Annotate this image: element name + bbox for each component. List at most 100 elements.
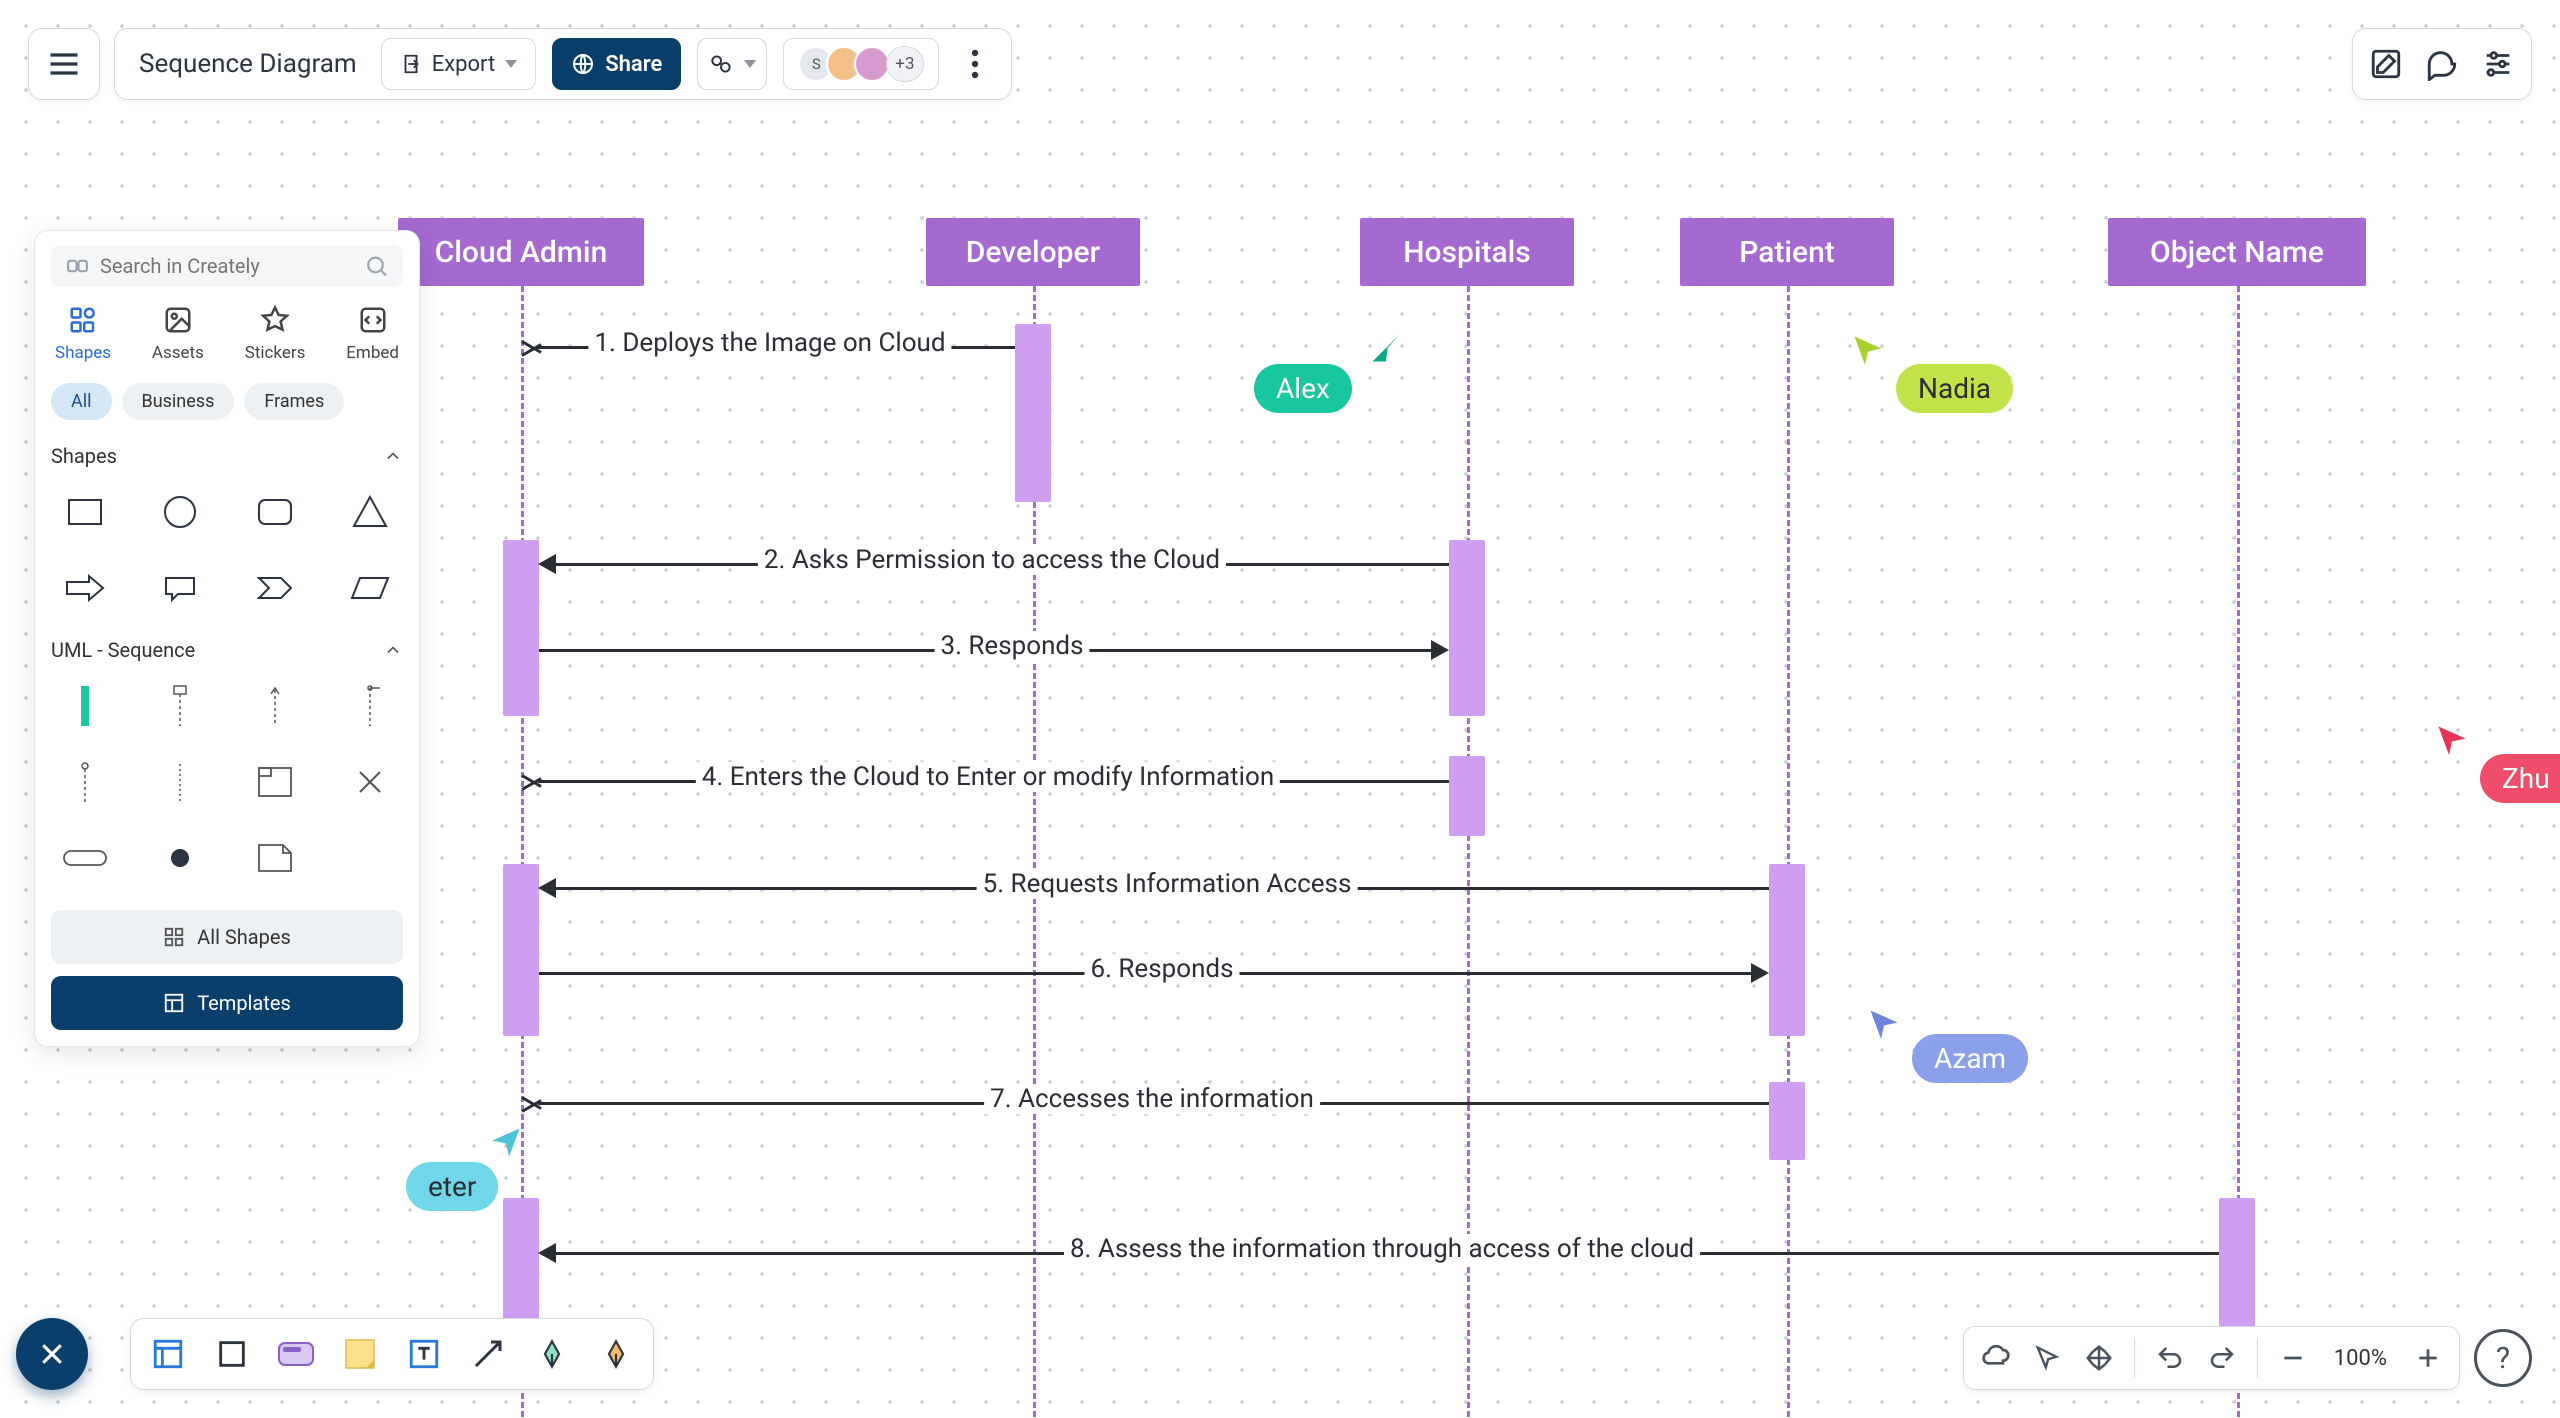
integration-button[interactable] — [697, 38, 767, 90]
help-button[interactable]: ? — [2474, 1329, 2532, 1387]
cloud-sync-button[interactable] — [1978, 1341, 2012, 1375]
tab-stickers[interactable]: Stickers — [245, 303, 306, 363]
shape-triangle[interactable] — [344, 486, 396, 538]
menu-button[interactable] — [28, 28, 100, 100]
edit-button[interactable] — [2367, 45, 2405, 83]
search-icon — [364, 253, 389, 279]
tool-text[interactable] — [403, 1333, 445, 1375]
activation-hospitals-1[interactable] — [1449, 540, 1485, 716]
section-uml-head[interactable]: UML - Sequence — [51, 638, 403, 662]
message-4-label[interactable]: 4. Enters the Cloud to Enter or modify I… — [696, 762, 1280, 792]
avatar-more-count[interactable]: +3 — [886, 46, 923, 82]
export-icon — [400, 53, 422, 75]
tab-shapes[interactable]: Shapes — [55, 303, 111, 363]
lifeline-patient[interactable] — [1787, 286, 1790, 1418]
settings-button[interactable] — [2479, 45, 2517, 83]
shape-rectangle[interactable] — [59, 486, 111, 538]
uml-lifeline-circle[interactable] — [59, 756, 111, 808]
tool-pen[interactable] — [531, 1333, 573, 1375]
zoom-out-button[interactable] — [2276, 1341, 2310, 1375]
activation-patient-1[interactable] — [1769, 864, 1805, 1036]
message-8-label[interactable]: 8. Assess the information through access… — [1064, 1234, 1700, 1264]
pan-tool-button[interactable] — [2082, 1341, 2116, 1375]
uml-lifeline-arrowup[interactable] — [249, 680, 301, 732]
actor-hospitals[interactable]: Hospitals — [1360, 218, 1574, 286]
pointer-tool-button[interactable] — [2030, 1341, 2064, 1375]
filter-all[interactable]: All — [51, 383, 112, 420]
top-right-toolbar — [2352, 28, 2532, 100]
actor-patient[interactable]: Patient — [1680, 218, 1894, 286]
activation-cloud-admin-2[interactable] — [503, 864, 539, 1036]
message-6-arrow — [1751, 963, 1769, 983]
undo-button[interactable] — [2153, 1341, 2187, 1375]
redo-button[interactable] — [2205, 1341, 2239, 1375]
caret-down-icon — [505, 60, 517, 68]
actor-object-name[interactable]: Object Name — [2108, 218, 2366, 286]
tool-connector[interactable] — [467, 1333, 509, 1375]
integration-icon — [708, 51, 734, 77]
tool-sticky-note[interactable] — [339, 1333, 381, 1375]
uml-lifeline-object[interactable] — [154, 680, 206, 732]
shape-parallelogram[interactable] — [344, 562, 396, 614]
tab-embed[interactable]: Embed — [346, 303, 399, 363]
message-3-label[interactable]: 3. Responds — [934, 631, 1089, 661]
uml-lifeline-branch[interactable] — [344, 680, 396, 732]
shape-speech-bubble[interactable] — [154, 562, 206, 614]
share-button[interactable]: Share — [552, 38, 681, 90]
activation-developer-1[interactable] — [1015, 324, 1051, 502]
actor-cloud-admin[interactable]: Cloud Admin — [398, 218, 644, 286]
uml-note[interactable] — [249, 832, 301, 884]
comment-icon — [2425, 47, 2459, 81]
shape-circle[interactable] — [154, 486, 206, 538]
uml-activation-bar[interactable] — [59, 680, 111, 732]
all-shapes-button[interactable]: All Shapes — [51, 910, 403, 964]
tab-assets[interactable]: Assets — [152, 303, 204, 363]
export-button[interactable]: Export — [381, 38, 537, 90]
message-5-label[interactable]: 5. Requests Information Access — [977, 869, 1358, 899]
message-1-label[interactable]: 1. Deploys the Image on Cloud — [588, 328, 951, 358]
templates-button[interactable]: Templates — [51, 976, 403, 1030]
tool-frame[interactable] — [147, 1333, 189, 1375]
zoom-in-button[interactable] — [2411, 1341, 2445, 1375]
tool-rectangle[interactable] — [211, 1333, 253, 1375]
uml-destroy[interactable] — [344, 756, 396, 808]
message-2-label[interactable]: 2. Asks Permission to access the Cloud — [758, 545, 1226, 575]
document-title[interactable]: Sequence Diagram — [131, 49, 365, 79]
help-icon: ? — [2496, 1341, 2510, 1376]
bottom-tools-bar — [130, 1318, 654, 1390]
avatar[interactable] — [854, 46, 890, 82]
collaborator-cursor-alex: Alex — [1248, 350, 1352, 413]
filter-frames[interactable]: Frames — [244, 383, 344, 420]
message-7-label[interactable]: 7. Accesses the information — [984, 1084, 1320, 1114]
activation-patient-2[interactable] — [1769, 1082, 1805, 1160]
uml-fragment[interactable] — [249, 756, 301, 808]
shape-chevron[interactable] — [249, 562, 301, 614]
zoom-value[interactable]: 100% — [2328, 1346, 2393, 1371]
actor-developer[interactable]: Developer — [926, 218, 1140, 286]
globe-icon — [571, 52, 595, 76]
shape-arrow-right[interactable] — [59, 562, 111, 614]
activation-hospitals-2[interactable] — [1449, 756, 1485, 836]
collaborator-avatars[interactable]: S +3 — [783, 38, 938, 90]
search-input[interactable] — [100, 254, 354, 278]
collaborator-name-nadia: Nadia — [1896, 364, 2013, 413]
uml-lifeline-dot[interactable] — [154, 756, 206, 808]
bottom-right-controls: 100% ? — [1963, 1326, 2532, 1390]
comment-button[interactable] — [2423, 45, 2461, 83]
canvas-controls-group: 100% — [1963, 1326, 2460, 1390]
message-6-label[interactable]: 6. Responds — [1084, 954, 1239, 984]
close-fab-button[interactable] — [16, 1318, 88, 1390]
filter-business[interactable]: Business — [122, 383, 235, 420]
top-right-pill — [2352, 28, 2532, 100]
top-toolbar-pill: Sequence Diagram Export Share S +3 — [114, 28, 1012, 100]
cursor-icon — [1866, 1006, 1902, 1042]
uml-found-message[interactable] — [59, 832, 111, 884]
activation-cloud-admin-1[interactable] — [503, 540, 539, 716]
section-shapes-head[interactable]: Shapes — [51, 444, 403, 468]
tool-highlighter[interactable] — [595, 1333, 637, 1375]
tab-embed-label: Embed — [346, 343, 399, 363]
tool-container[interactable] — [275, 1333, 317, 1375]
more-menu-button[interactable] — [955, 38, 995, 90]
shape-rounded-rect[interactable] — [249, 486, 301, 538]
uml-endpoint[interactable] — [154, 832, 206, 884]
